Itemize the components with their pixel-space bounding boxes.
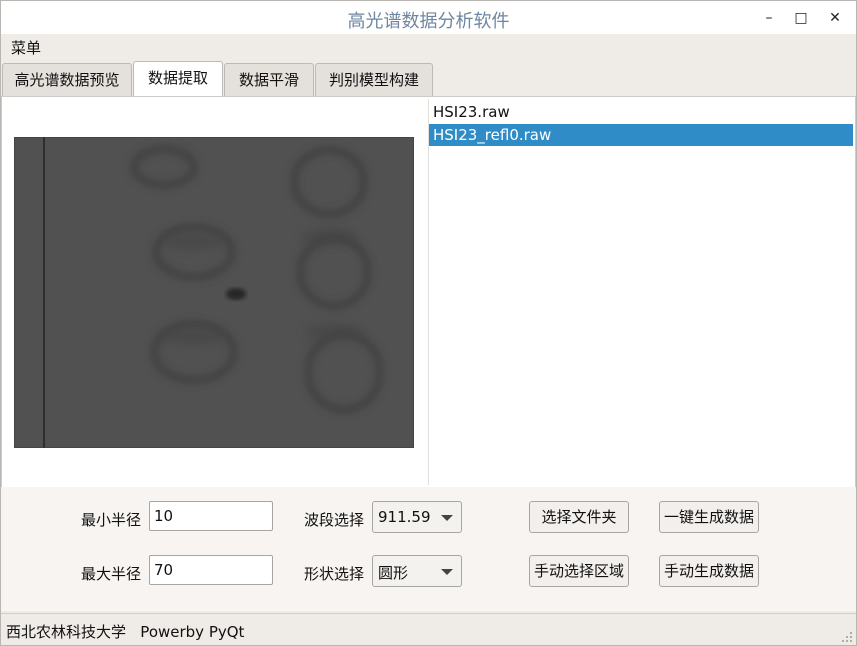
resize-grip-icon[interactable]: [841, 631, 853, 643]
min-radius-label: 最小半径: [81, 511, 142, 529]
file-item-hsi23-refl0[interactable]: HSI23_refl0.raw: [429, 124, 853, 146]
band-select-combo[interactable]: 911.59: [372, 501, 462, 533]
tab-hsi-preview[interactable]: 高光谱数据预览: [2, 63, 132, 96]
band-select-value: 911.59: [378, 508, 431, 526]
tab-bar: 高光谱数据预览 数据提取 数据平滑 判别模型构建: [1, 61, 856, 97]
manual-select-region-button[interactable]: 手动选择区域: [529, 555, 629, 587]
file-item-hsi23[interactable]: HSI23.raw: [429, 101, 853, 123]
extraction-panel: HSI23.raw HSI23_refl0.raw: [1, 96, 856, 488]
window-title: 高光谱数据分析软件: [347, 11, 510, 32]
select-folder-button[interactable]: 选择文件夹: [529, 501, 629, 533]
title-bar[interactable]: 高光谱数据分析软件 – □ ✕: [1, 1, 856, 34]
generate-data-button[interactable]: 一键生成数据: [659, 501, 759, 533]
close-button[interactable]: ✕: [824, 8, 846, 28]
shape-select-label: 形状选择: [304, 565, 365, 583]
maximize-button[interactable]: □: [790, 8, 812, 28]
menu-main[interactable]: 菜单: [11, 37, 41, 58]
chevron-down-icon: [441, 515, 453, 521]
tab-data-extraction[interactable]: 数据提取: [133, 61, 223, 97]
shape-select-value: 圆形: [378, 564, 409, 582]
tab-data-smoothing[interactable]: 数据平滑: [224, 63, 314, 96]
status-text: 西北农林科技大学 Powerby PyQt: [6, 623, 245, 641]
app-window: 高光谱数据分析软件 – □ ✕ 菜单 高光谱数据预览 数据提取 数据平滑 判别模…: [0, 0, 857, 646]
status-bar: 西北农林科技大学 Powerby PyQt: [1, 613, 856, 645]
menu-bar: 菜单: [1, 34, 856, 60]
tab-model-building[interactable]: 判别模型构建: [315, 63, 433, 96]
min-radius-input[interactable]: 10: [149, 501, 273, 531]
chevron-down-icon: [441, 569, 453, 575]
file-list[interactable]: HSI23.raw HSI23_refl0.raw: [428, 99, 853, 485]
controls-panel: 最小半径 10 最大半径 70 波段选择 911.59 形状选择 圆形 选择文件…: [1, 487, 856, 611]
max-radius-label: 最大半径: [81, 565, 142, 583]
minimize-button[interactable]: –: [758, 8, 780, 28]
hyperspectral-image[interactable]: [14, 137, 414, 448]
hyperspectral-image-canvas: [14, 137, 414, 448]
max-radius-input[interactable]: 70: [149, 555, 273, 585]
band-select-label: 波段选择: [304, 511, 365, 529]
shape-select-combo[interactable]: 圆形: [372, 555, 462, 587]
manual-generate-data-button[interactable]: 手动生成数据: [659, 555, 759, 587]
